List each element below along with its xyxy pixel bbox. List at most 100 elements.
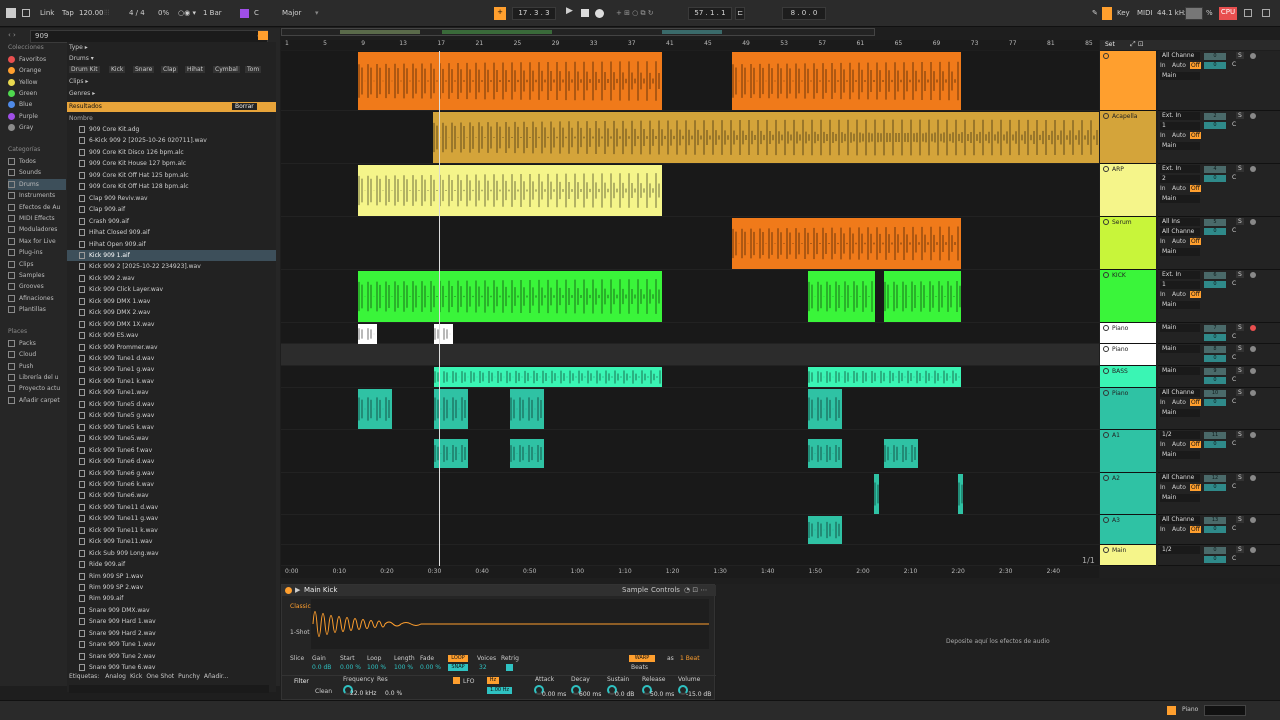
file-item[interactable]: 6-Kick 909 2 [2025-10-26 020711].wav: [67, 135, 276, 146]
file-item[interactable]: Kick 909 Tune11 g.wav: [67, 513, 276, 524]
place-item[interactable]: Cloud: [8, 349, 36, 360]
arm-icon[interactable]: [1250, 368, 1256, 374]
monitor-off[interactable]: Off: [1190, 441, 1201, 448]
filter-chip[interactable]: Clap: [161, 66, 179, 73]
arm-icon[interactable]: [1250, 517, 1256, 523]
loop-value[interactable]: 100 %: [367, 664, 386, 671]
file-item[interactable]: Kick 909 Tune6 g.wav: [67, 468, 276, 479]
mode-oneshot[interactable]: 1-Shot: [290, 629, 310, 636]
tap-button[interactable]: Tap: [62, 8, 74, 19]
midi-map-button[interactable]: MIDI: [1137, 8, 1153, 19]
monitor-off[interactable]: Off: [1190, 185, 1201, 192]
file-item[interactable]: Kick 909 Tune11.wav: [67, 536, 276, 547]
track-header[interactable]: ARP: [1100, 164, 1156, 217]
file-item[interactable]: Snare 909 Tune 6.wav: [67, 662, 276, 673]
solo-button[interactable]: S: [1236, 345, 1244, 352]
warp-toggle[interactable]: WARP: [629, 655, 655, 662]
category-item[interactable]: Plantillas: [8, 304, 46, 315]
tag-chip[interactable]: Punchy: [178, 673, 200, 680]
filter-chip[interactable]: Drum Kit: [69, 66, 100, 73]
volume-field[interactable]: 0: [1204, 334, 1226, 341]
file-item[interactable]: Kick Sub 909 Long.wav: [67, 548, 276, 559]
gain-value[interactable]: 0.0 dB: [312, 664, 331, 671]
arm-icon[interactable]: [1250, 346, 1256, 352]
file-item[interactable]: Kick 909 ES.wav: [67, 330, 276, 341]
input-type-select[interactable]: All Channe: [1160, 516, 1200, 524]
volume-field[interactable]: 0: [1204, 355, 1226, 362]
track-lane[interactable]: [281, 323, 1099, 344]
file-item[interactable]: Kick 909 DMX 1X.wav: [67, 319, 276, 330]
key-select[interactable]: C: [254, 8, 259, 19]
track-number[interactable]: 13: [1204, 517, 1226, 524]
monitor-auto[interactable]: Auto: [1172, 238, 1186, 245]
arrangement-view[interactable]: [281, 51, 1099, 566]
track-header[interactable]: [1100, 51, 1156, 111]
filter-chip[interactable]: Cymbal: [213, 66, 240, 73]
volume-field[interactable]: 0: [1204, 399, 1226, 406]
solo-button[interactable]: S: [1236, 389, 1244, 396]
link-button[interactable]: Link: [40, 8, 54, 19]
place-item[interactable]: Push: [8, 361, 33, 372]
monitor-off[interactable]: Off: [1190, 526, 1201, 533]
back-icon[interactable]: ‹ ›: [8, 31, 16, 39]
place-item[interactable]: Proyecto actu: [8, 383, 60, 394]
solo-button[interactable]: S: [1236, 271, 1244, 278]
file-item[interactable]: Kick 909 Tune1 k.wav: [67, 376, 276, 387]
file-item[interactable]: Kick 909 DMX 2.wav: [67, 307, 276, 318]
input-type-select[interactable]: Ext. In: [1160, 112, 1200, 120]
filter-type[interactable]: Type ▸: [69, 44, 88, 51]
snap-toggle[interactable]: SNAP: [448, 664, 468, 671]
clip-a3[interactable]: [808, 516, 842, 544]
filter-clips[interactable]: Clips ▸: [69, 78, 88, 85]
scale-chevron-icon[interactable]: ▾: [315, 8, 319, 19]
file-item[interactable]: Snare 909 Hard 2.wav: [67, 628, 276, 639]
filter-label[interactable]: Filter: [294, 678, 309, 685]
file-item[interactable]: Kick 909 Tune11 k.wav: [67, 525, 276, 536]
input-type-select[interactable]: All Channe: [1160, 52, 1200, 60]
input-type-select[interactable]: Ext. In: [1160, 271, 1200, 279]
file-item[interactable]: Kick 909 Prommer.wav: [67, 342, 276, 353]
track-lane[interactable]: [281, 344, 1099, 366]
pan-field[interactable]: C: [1232, 483, 1236, 490]
monitor-in[interactable]: In: [1160, 185, 1166, 192]
track-header[interactable]: A2: [1100, 473, 1156, 515]
monitor-auto[interactable]: Auto: [1172, 484, 1186, 491]
monitor-in[interactable]: In: [1160, 291, 1166, 298]
monitor-auto[interactable]: Auto: [1172, 526, 1186, 533]
file-item[interactable]: Snare 909 Tune 1.wav: [67, 639, 276, 650]
warp-mode-select[interactable]: Beats: [631, 664, 648, 671]
follow-icon[interactable]: +: [494, 7, 506, 20]
track-header[interactable]: A1: [1100, 430, 1156, 473]
track-header[interactable]: Serum: [1100, 217, 1156, 270]
track-header[interactable]: KICK: [1100, 270, 1156, 323]
input-type-select[interactable]: 1/2: [1160, 546, 1200, 554]
filter-chip[interactable]: Tom: [245, 66, 262, 73]
pan-field[interactable]: C: [1232, 354, 1236, 361]
volume-field[interactable]: 0: [1204, 62, 1226, 69]
monitor-auto[interactable]: Auto: [1172, 185, 1186, 192]
metronome-icon[interactable]: ○◉ ▾: [178, 8, 196, 19]
input-channel-select[interactable]: 2: [1160, 175, 1200, 183]
sample-waveform[interactable]: [311, 599, 709, 649]
tab-sample[interactable]: Sample: [622, 586, 648, 594]
track-lane[interactable]: [281, 473, 1099, 515]
start-value[interactable]: 0.00 %: [340, 664, 361, 671]
track-number[interactable]: 12: [1204, 475, 1226, 482]
track-number[interactable]: 5: [1204, 219, 1226, 226]
track-number[interactable]: 8: [1204, 346, 1226, 353]
tab-controls[interactable]: Controls: [651, 586, 680, 594]
pan-field[interactable]: C: [1232, 376, 1236, 383]
monitor-in[interactable]: In: [1160, 484, 1166, 491]
solo-button[interactable]: S: [1236, 324, 1244, 331]
name-column-header[interactable]: Nombre: [69, 115, 93, 122]
clip-piano[interactable]: [358, 324, 377, 344]
pan-field[interactable]: C: [1232, 174, 1236, 181]
file-item[interactable]: Kick 909 Tune11 d.wav: [67, 502, 276, 513]
monitor-off[interactable]: Off: [1190, 238, 1201, 245]
output-select[interactable]: Main: [1160, 195, 1200, 203]
clip-piano-2[interactable]: [808, 389, 842, 429]
playhead[interactable]: [439, 51, 440, 566]
file-item[interactable]: Kick 909 Tune6.wav: [67, 490, 276, 501]
track-header[interactable]: Main: [1100, 545, 1156, 566]
track-activator-icon[interactable]: [1103, 325, 1109, 331]
